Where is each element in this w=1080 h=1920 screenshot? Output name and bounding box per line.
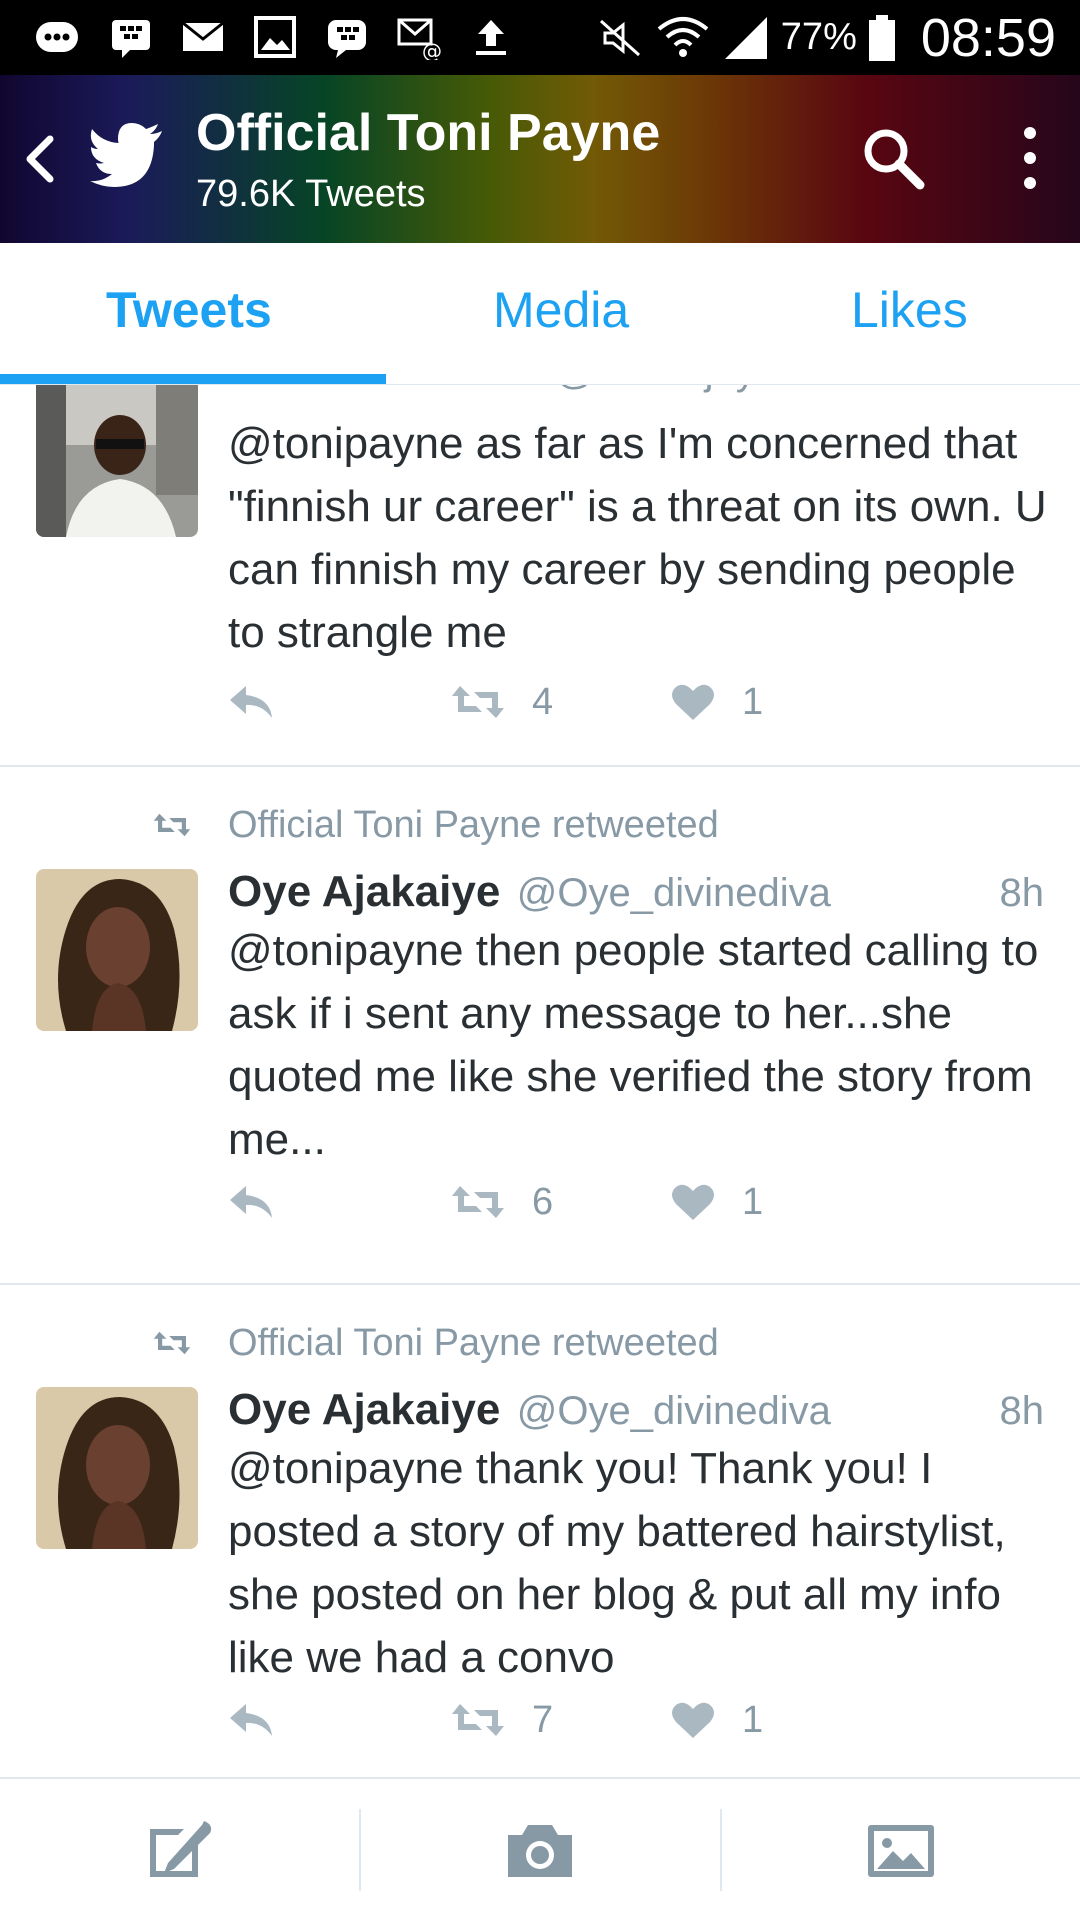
bbm-icon [34, 14, 80, 60]
like-count: 1 [742, 680, 764, 723]
more-options-button[interactable] [1010, 125, 1050, 191]
avatar[interactable] [36, 1387, 198, 1549]
avatar[interactable] [36, 869, 198, 1031]
reply-button[interactable] [228, 677, 274, 727]
battery-icon [867, 13, 897, 63]
tweet-header: Oye Ajakaiye @Oye_divinediva 8h [228, 1385, 1044, 1441]
author-handle[interactable]: @Oye_divinediva [517, 1389, 831, 1433]
retweet-icon [452, 1704, 504, 1736]
retweet-context: Official Toni Payne retweeted [150, 804, 719, 847]
tweet-time: 1h [1000, 385, 1045, 390]
mute-icon [595, 15, 645, 61]
retweet-icon [452, 1186, 504, 1218]
reply-button[interactable] [228, 1695, 274, 1745]
tab-media[interactable]: Media [493, 281, 629, 339]
tweet-count: 79.6K Tweets [196, 173, 426, 215]
tweet-text: @tonipayne thank you! Thank you! I poste… [228, 1444, 1006, 1682]
retweet-count: 4 [532, 680, 554, 723]
heart-icon [672, 1702, 714, 1738]
back-arrow-icon [26, 135, 54, 183]
tweet-actions: 4 1 [228, 677, 928, 727]
retweet-count: 6 [532, 1180, 554, 1223]
bottom-action-bar [0, 1777, 1080, 1920]
reply-icon [230, 686, 272, 718]
tweet-header: Olawale Soeba @soebajay 1h [228, 385, 1044, 401]
tweet-actions: 6 1 [228, 1177, 928, 1227]
reply-icon [230, 1704, 272, 1736]
author-handle[interactable]: @Oye_divinediva [517, 871, 831, 915]
author-handle[interactable]: @soebajay [555, 385, 756, 393]
bbm-icon [324, 14, 370, 60]
tweet[interactable]: Official Toni Payne retweeted Oye Ajakai… [0, 1285, 1080, 1777]
reply-icon [230, 1186, 272, 1218]
profile-name: Official Toni Payne [196, 104, 661, 162]
retweeted-by[interactable]: Official Toni Payne retweeted [228, 804, 719, 847]
clock: 08:59 [920, 7, 1056, 68]
back-button[interactable] [20, 131, 60, 187]
retweeted-by[interactable]: Official Toni Payne retweeted [228, 1322, 719, 1365]
photo-library-button[interactable] [721, 1779, 1080, 1920]
like-button[interactable]: 1 [670, 677, 763, 727]
profile-header: Official Toni Payne 79.6K Tweets [0, 75, 1080, 243]
author-name[interactable]: Olawale Soeba [228, 385, 539, 394]
like-count: 1 [742, 1180, 764, 1223]
svg-text:@: @ [422, 39, 442, 60]
tweet-text: @tonipayne as far as I'm concerned that … [228, 419, 1047, 657]
bbm-chat-icon [108, 14, 154, 60]
twitter-bird-icon [90, 123, 164, 187]
tab-tweets[interactable]: Tweets [106, 281, 272, 339]
heart-icon [672, 1184, 714, 1220]
camera-button[interactable] [360, 1779, 719, 1920]
author-name[interactable]: Oye Ajakaiye [228, 1385, 500, 1434]
retweet-count: 7 [532, 1698, 554, 1741]
like-button[interactable]: 1 [670, 1177, 763, 1227]
retweet-button[interactable]: 6 [450, 1177, 553, 1227]
upload-icon [468, 14, 514, 60]
tweet-time: 8h [999, 1389, 1045, 1433]
signal-icon [721, 13, 771, 63]
photo-icon [867, 1824, 934, 1877]
reply-button[interactable] [228, 1177, 274, 1227]
tweet-text: @tonipayne then people started calling t… [228, 926, 1039, 1164]
tweet-time: 8h [999, 871, 1045, 915]
compose-tweet-button[interactable] [0, 1779, 359, 1920]
tweet-header: Oye Ajakaiye @Oye_divinediva 8h [228, 867, 1044, 923]
retweet-context: Official Toni Payne retweeted [150, 1322, 719, 1365]
retweet-button[interactable]: 7 [450, 1695, 553, 1745]
mail-icon [180, 14, 226, 60]
search-icon [864, 129, 925, 190]
compose-icon [149, 1820, 211, 1877]
retweet-icon [153, 813, 191, 837]
battery-percent: 77% [780, 16, 857, 58]
tweet[interactable]: Official Toni Payne retweeted Oye Ajakai… [0, 767, 1080, 1285]
wifi-icon [655, 13, 711, 63]
tab-likes[interactable]: Likes [851, 281, 968, 339]
avatar[interactable] [36, 385, 198, 537]
email-icon: @ [396, 14, 442, 60]
tweet-actions: 7 1 [228, 1695, 928, 1745]
retweet-icon [153, 1331, 191, 1355]
like-count: 1 [742, 1698, 764, 1741]
timeline[interactable]: Olawale Soeba @soebajay 1h @tonipayne as… [0, 385, 1080, 1777]
retweet-button[interactable]: 4 [450, 677, 553, 727]
active-tab-indicator [0, 374, 386, 384]
retweet-icon [452, 686, 504, 718]
camera-icon [507, 1824, 572, 1877]
status-bar: @ 77% 08:59 [0, 0, 1080, 75]
search-button[interactable] [860, 125, 926, 191]
profile-tabs: Tweets Media Likes [0, 243, 1080, 385]
heart-icon [672, 684, 714, 720]
tweet[interactable]: Olawale Soeba @soebajay 1h @tonipayne as… [0, 385, 1080, 767]
like-button[interactable]: 1 [670, 1695, 763, 1745]
more-vertical-icon [1024, 127, 1036, 189]
image-icon [252, 14, 298, 60]
author-name[interactable]: Oye Ajakaiye [228, 867, 500, 916]
